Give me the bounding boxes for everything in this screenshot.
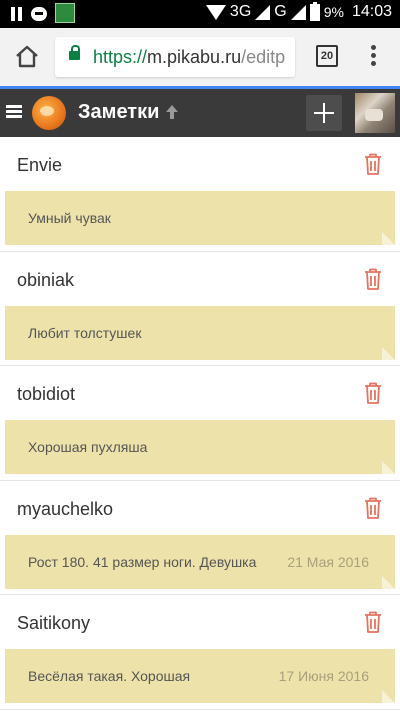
note-card[interactable]: Весёлая такая. Хорошая 17 Июня 2016 <box>5 649 395 703</box>
pikabu-logo[interactable] <box>32 96 66 130</box>
trash-icon[interactable] <box>363 382 383 404</box>
arrow-up-icon[interactable] <box>165 104 179 120</box>
battery-level: 9% <box>323 4 344 20</box>
signal-icon <box>255 4 271 20</box>
network-label: 3G <box>229 3 252 20</box>
tabs-icon[interactable]: 20 <box>316 45 338 67</box>
hamburger-icon[interactable] <box>6 105 22 119</box>
list-item: tobidiot Хорошая пухляша <box>0 366 400 481</box>
list-item: obiniak Любит толстушек <box>0 252 400 366</box>
clock: 14:03 <box>351 3 392 20</box>
note-text: Умный чувак <box>28 210 111 226</box>
note-text: Весёлая такая. Хорошая <box>28 668 191 684</box>
list-item: Envie Умный чувак <box>0 137 400 252</box>
note-username[interactable]: tobidiot <box>17 384 75 405</box>
note-card[interactable]: Умный чувак <box>5 191 395 245</box>
trash-icon[interactable] <box>363 497 383 519</box>
app-icon <box>55 3 75 23</box>
note-username[interactable]: obiniak <box>17 270 74 291</box>
add-note-button[interactable] <box>306 95 342 131</box>
trash-icon[interactable] <box>363 268 383 290</box>
note-card[interactable]: Хорошая пухляша <box>5 420 395 474</box>
tab-count: 20 <box>320 50 334 62</box>
chat-icon <box>31 7 47 21</box>
list-item: Saitikony Весёлая такая. Хорошая 17 Июня… <box>0 595 400 710</box>
note-text: Любит толстушек <box>28 324 142 341</box>
home-icon[interactable] <box>14 44 40 70</box>
note-username[interactable]: myauchelko <box>17 499 113 520</box>
trash-icon[interactable] <box>363 153 383 175</box>
wifi-icon <box>205 4 226 20</box>
notes-list: Envie Умный чувак obiniak Любит толстуше… <box>0 137 400 710</box>
note-card[interactable]: Рост 180. 41 размер ноги. Девушка 21 Мая… <box>5 534 395 589</box>
signal-icon-2 <box>290 4 306 20</box>
url-path: /editp <box>241 47 286 67</box>
site-header: Заметки <box>0 89 400 137</box>
url-bar[interactable]: https://m.pikabu.ru/editp <box>55 37 295 77</box>
note-username[interactable]: Envie <box>17 155 62 176</box>
lock-icon <box>69 45 80 60</box>
trash-icon[interactable] <box>363 611 383 633</box>
url-scheme: https:// <box>93 47 148 67</box>
note-text: Рост 180. 41 размер ноги. Девушка <box>28 553 257 570</box>
avatar[interactable] <box>355 93 395 133</box>
status-bar: 3G G 9% 14:03 <box>0 0 400 28</box>
battery-icon <box>309 1 320 21</box>
note-username[interactable]: Saitikony <box>17 613 90 634</box>
page-title: Заметки <box>78 101 160 123</box>
pause-icon <box>10 7 23 21</box>
network2-label: G <box>274 3 287 20</box>
url-host: m.pikabu.ru <box>147 47 242 67</box>
list-item: myauchelko Рост 180. 41 размер ноги. Дев… <box>0 481 400 595</box>
note-card[interactable]: Любит толстушек <box>5 305 395 360</box>
note-date: 17 Июня 2016 <box>278 668 369 684</box>
browser-toolbar: https://m.pikabu.ru/editp 20 <box>0 28 400 86</box>
overflow-menu-icon[interactable] <box>371 45 377 69</box>
note-text: Хорошая пухляша <box>28 439 148 455</box>
url-text: https://m.pikabu.ru/editp <box>93 47 285 68</box>
note-date: 21 Мая 2016 <box>287 553 369 570</box>
